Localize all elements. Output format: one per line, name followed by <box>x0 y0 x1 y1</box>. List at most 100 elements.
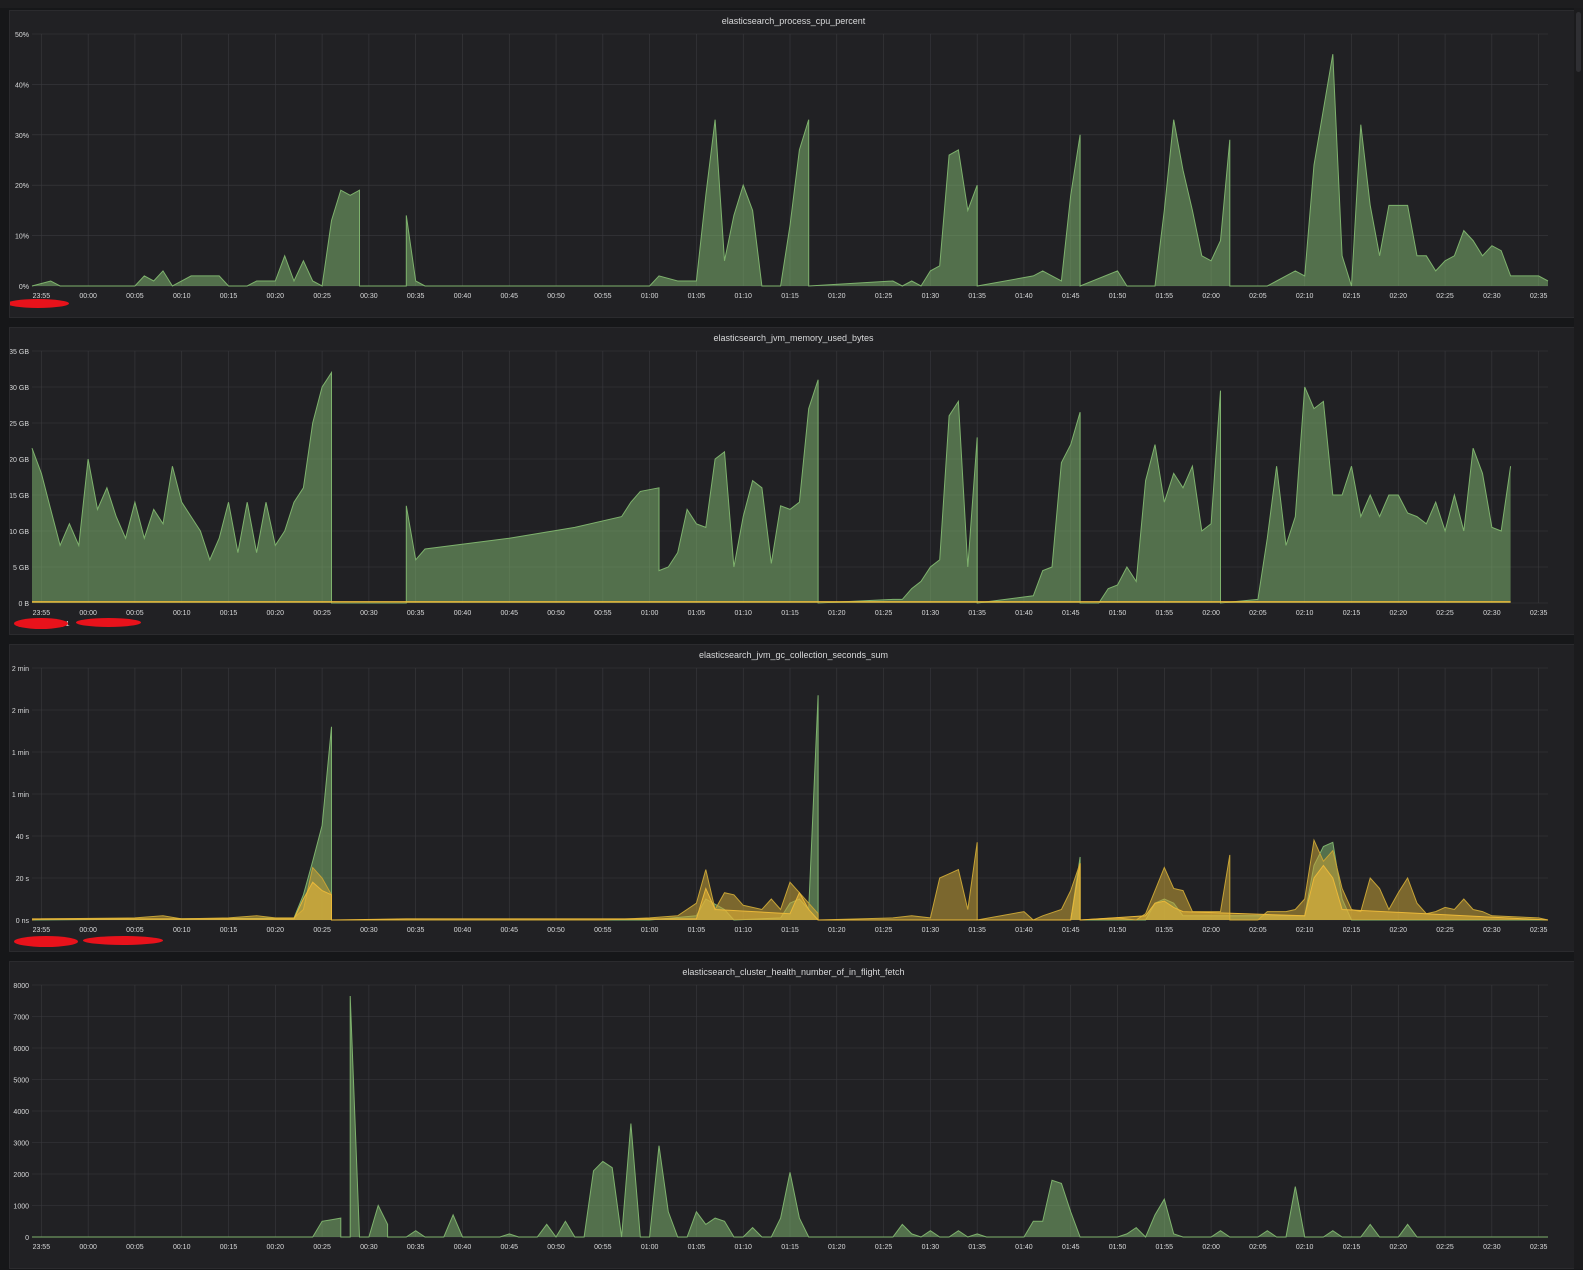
x-tick-label: 01:30 <box>922 610 940 617</box>
y-tick-label: 0% <box>19 284 29 291</box>
x-tick-label: 23:55 <box>33 293 51 300</box>
panel-gc-collection[interactable]: elasticsearch_jvm_gc_collection_seconds_… <box>9 644 1578 952</box>
x-tick-label: 01:15 <box>781 1244 799 1251</box>
dashboard: elasticsearch_process_cpu_percent 0% 10% 2… <box>0 0 1583 1269</box>
redaction-mark <box>14 618 68 629</box>
y-tick-label: 30% <box>15 133 29 140</box>
y-tick-label: 0 <box>25 1235 29 1242</box>
scrollbar-thumb[interactable] <box>1576 12 1581 72</box>
x-tick-label: 01:15 <box>781 927 799 934</box>
x-tick-label: 00:50 <box>547 1244 565 1251</box>
x-tick-label: 01:55 <box>1156 1244 1174 1251</box>
x-tick-label: 00:55 <box>594 293 612 300</box>
x-tick-label: 23:55 <box>33 1244 51 1251</box>
x-tick-label: 01:45 <box>1062 610 1080 617</box>
x-tick-label: 00:25 <box>313 293 331 300</box>
x-tick-label: 01:10 <box>734 293 752 300</box>
x-tick-label: 23:55 <box>33 610 51 617</box>
y-tick-label: 7000 <box>13 1015 29 1022</box>
cpu-chart: 0% 10% 20% 30% 40% 50% 23:55 00:00 00:05 00:10 00:… <box>10 32 1549 308</box>
x-tick-label: 00:45 <box>500 1244 518 1251</box>
y-tick-label: 0 B <box>18 601 29 608</box>
x-tick-label: 01:55 <box>1156 927 1174 934</box>
y-tick-label: 2 min <box>12 666 29 673</box>
x-tick-label: 01:35 <box>968 293 986 300</box>
x-tick-label: 00:00 <box>79 927 97 934</box>
x-tick-label: 00:40 <box>454 927 472 934</box>
x-tick-label: 02:20 <box>1390 927 1408 934</box>
x-tick-label: 00:10 <box>173 1244 191 1251</box>
y-tick-label: 20 s <box>16 876 30 883</box>
x-tick-label: 00:35 <box>407 610 425 617</box>
y-tick-label: 25 GB <box>10 421 29 428</box>
x-tick-label: 02:10 <box>1296 610 1314 617</box>
x-tick-label: 00:15 <box>220 293 238 300</box>
x-tick-label: 02:05 <box>1249 610 1267 617</box>
x-tick-label: 02:25 <box>1436 610 1454 617</box>
x-tick-label: 00:45 <box>500 293 518 300</box>
x-tick-label: 00:15 <box>220 927 238 934</box>
x-tick-label: 01:10 <box>734 610 752 617</box>
y-tick-label: 6000 <box>13 1046 29 1053</box>
redaction-mark <box>14 936 78 947</box>
y-tick-label: 15 GB <box>10 493 29 500</box>
x-tick-label: 01:55 <box>1156 293 1174 300</box>
scrollbar[interactable] <box>1574 8 1583 1269</box>
x-tick-label: 01:25 <box>875 610 893 617</box>
x-tick-label: 00:05 <box>126 293 144 300</box>
x-tick-label: 02:20 <box>1390 610 1408 617</box>
x-tick-label: 00:55 <box>594 927 612 934</box>
y-tick-label: 20 GB <box>10 457 29 464</box>
y-tick-label: 2000 <box>13 1172 29 1179</box>
x-tick-label: 00:45 <box>500 610 518 617</box>
panel-cpu-percent[interactable]: elasticsearch_process_cpu_percent 0% 10% 2… <box>9 10 1578 318</box>
x-tick-label: 00:35 <box>407 1244 425 1251</box>
x-tick-label: 01:50 <box>1109 927 1127 934</box>
x-tick-label: 01:45 <box>1062 1244 1080 1251</box>
redaction-mark <box>83 936 163 945</box>
y-tick-label: 20% <box>15 183 29 190</box>
y-tick-label: 30 GB <box>10 385 29 392</box>
panel-in-flight-fetch[interactable]: elasticsearch_cluster_health_number_of_i… <box>9 961 1578 1269</box>
x-tick-label: 01:30 <box>922 927 940 934</box>
x-tick-label: 02:30 <box>1483 293 1501 300</box>
x-tick-label: 01:05 <box>688 610 706 617</box>
x-tick-label: 00:45 <box>500 927 518 934</box>
x-tick-label: 01:50 <box>1109 1244 1127 1251</box>
x-tick-label: 02:10 <box>1296 927 1314 934</box>
x-tick-label: 02:30 <box>1483 1244 1501 1251</box>
x-tick-label: 01:25 <box>875 1244 893 1251</box>
x-tick-label: 01:05 <box>688 293 706 300</box>
x-tick-label: 02:25 <box>1436 927 1454 934</box>
x-tick-label: 00:20 <box>267 927 285 934</box>
x-tick-label: 00:25 <box>313 927 331 934</box>
x-tick-label: 00:35 <box>407 293 425 300</box>
y-tick-label: 5000 <box>13 1078 29 1085</box>
x-tick-label: 01:55 <box>1156 610 1174 617</box>
x-tick-label: 02:30 <box>1483 927 1501 934</box>
x-tick-label: 00:00 <box>79 610 97 617</box>
y-tick-label: 5 GB <box>13 565 29 572</box>
x-tick-label: 00:00 <box>79 1244 97 1251</box>
x-tick-label: 01:15 <box>781 610 799 617</box>
x-tick-label: 02:05 <box>1249 293 1267 300</box>
x-tick-label: 00:10 <box>173 293 191 300</box>
panel-jvm-memory[interactable]: elasticsearch_jvm_memory_used_bytes 0 B5… <box>9 327 1578 635</box>
x-tick-label: 02:25 <box>1436 1244 1454 1251</box>
x-tick-label: 02:30 <box>1483 610 1501 617</box>
x-tick-label: 01:00 <box>641 927 659 934</box>
x-tick-label: 01:35 <box>968 1244 986 1251</box>
x-tick-label: 01:35 <box>968 610 986 617</box>
x-tick-label: 00:05 <box>126 927 144 934</box>
x-tick-label: 02:05 <box>1249 1244 1267 1251</box>
x-tick-label: 00:30 <box>360 1244 378 1251</box>
y-tick-label: 35 GB <box>10 349 29 356</box>
x-tick-label: 00:10 <box>173 927 191 934</box>
x-tick-label: 01:20 <box>828 293 846 300</box>
x-tick-label: 01:40 <box>1015 927 1033 934</box>
x-tick-label: 00:05 <box>126 610 144 617</box>
x-tick-label: 00:30 <box>360 610 378 617</box>
x-tick-label: 00:20 <box>267 1244 285 1251</box>
x-tick-label: 02:20 <box>1390 293 1408 300</box>
x-tick-label: 00:55 <box>594 1244 612 1251</box>
